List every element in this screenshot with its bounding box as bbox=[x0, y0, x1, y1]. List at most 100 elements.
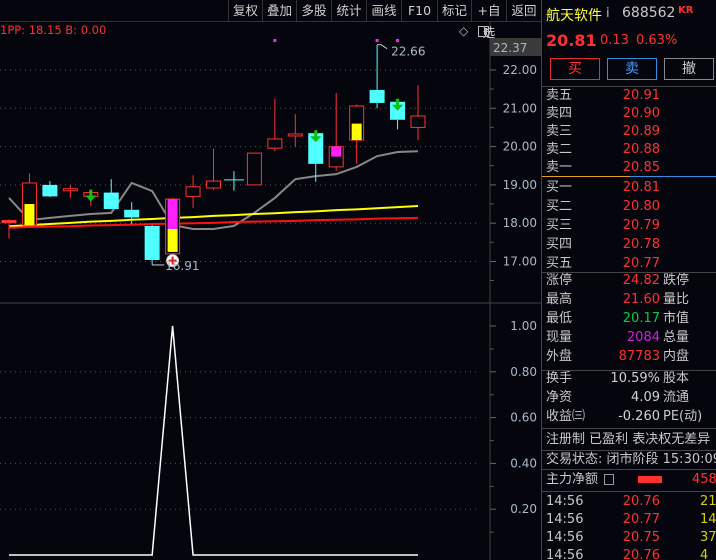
indicator-tick-label: 0.40 bbox=[510, 456, 537, 470]
candle-body bbox=[185, 186, 201, 197]
candle bbox=[223, 171, 244, 191]
candle bbox=[287, 114, 303, 147]
candle bbox=[390, 98, 406, 130]
list-icon[interactable] bbox=[604, 474, 614, 485]
kr-badge: KR bbox=[678, 5, 694, 16]
stat-row: 涨停 24.82 跌停 bbox=[546, 273, 690, 288]
quote-panel: 航天软件 i 688562 KR 20.81 0.13 0.63% 买 卖 撤 … bbox=[541, 0, 716, 560]
price-tick-label: 20.00 bbox=[503, 140, 537, 154]
price-tick-label: 18.00 bbox=[503, 216, 537, 230]
bid-row[interactable]: 买一 20.81 bbox=[542, 178, 716, 197]
f10-button[interactable]: F10 bbox=[401, 0, 437, 22]
signal-fill bbox=[331, 146, 342, 157]
back-button[interactable]: 返回 bbox=[506, 0, 541, 22]
candle bbox=[62, 184, 78, 198]
candle-body bbox=[1, 220, 17, 224]
candle bbox=[165, 197, 181, 268]
candle bbox=[349, 104, 365, 164]
stock-tags: 注册制 已盈利 表决权无差异 bbox=[546, 432, 711, 447]
candle-body bbox=[369, 89, 385, 103]
indicator-tick-label: 0.20 bbox=[510, 502, 537, 516]
candle bbox=[21, 173, 37, 228]
price-change: 0.13 bbox=[600, 33, 629, 48]
flow-bar bbox=[638, 476, 662, 483]
info-icon[interactable]: i bbox=[606, 6, 610, 21]
indicator-line bbox=[9, 325, 418, 556]
candle bbox=[328, 92, 344, 171]
indicator-tick-label: 0.60 bbox=[510, 411, 537, 425]
stat-row: 最高 21.60 量比 bbox=[546, 292, 690, 307]
down-arrow-icon bbox=[85, 189, 97, 202]
main-net-flow: 主力净额 458 bbox=[546, 472, 716, 487]
last-price: 20.81 bbox=[546, 31, 597, 50]
stat-row: 现量 2084 总量 bbox=[546, 330, 690, 345]
cancel-order-button[interactable]: 撤 bbox=[664, 58, 714, 80]
statistics-button[interactable]: 统计 bbox=[331, 0, 366, 22]
indicator-readout: 1PP: 18.15 B: 0.00 bbox=[0, 23, 107, 37]
trading-status: 交易状态: 闭市阶段 15:30:09 bbox=[546, 452, 716, 467]
candle bbox=[267, 98, 283, 152]
candle bbox=[83, 189, 99, 206]
fundamental-row: 换手 10.59% 股本 bbox=[546, 371, 690, 386]
trade-row: 14:56 20.76 4 bbox=[546, 548, 709, 560]
high-price-label: 22.66 bbox=[391, 45, 425, 59]
multi-stock-button[interactable]: 多股 bbox=[296, 0, 331, 22]
candle bbox=[246, 152, 262, 186]
signal-fill bbox=[167, 199, 178, 229]
low-price-label: 16.91 bbox=[165, 259, 199, 273]
high-pointer bbox=[377, 44, 388, 50]
indicator-tick-label: 1.00 bbox=[510, 319, 537, 333]
indicator-tick-label: 0.80 bbox=[510, 365, 537, 379]
candle-body bbox=[287, 133, 303, 137]
signal-dot bbox=[396, 39, 400, 42]
sell-button[interactable]: 卖 bbox=[607, 58, 657, 80]
price-tick-label: 19.00 bbox=[503, 178, 537, 192]
ask-row[interactable]: 卖五 20.91 bbox=[542, 86, 716, 105]
current-price-label: 22.37 bbox=[493, 41, 527, 55]
buy-button[interactable]: 买 bbox=[550, 58, 600, 80]
price-tick-label: 17.00 bbox=[503, 255, 537, 269]
candle-body bbox=[144, 225, 160, 260]
bid-row[interactable]: 买四 20.78 bbox=[542, 235, 716, 254]
candle-body bbox=[246, 152, 262, 186]
signal-fill bbox=[351, 123, 362, 141]
candle-body bbox=[103, 192, 119, 210]
signal-fill bbox=[167, 228, 178, 252]
candle bbox=[410, 85, 426, 141]
candle-body bbox=[410, 115, 426, 128]
trade-row: 14:5620.77148 bbox=[546, 512, 716, 527]
ask-row[interactable]: 卖二 20.88 bbox=[542, 140, 716, 159]
price-change-pct: 0.63% bbox=[636, 33, 678, 48]
stock-name: 航天软件 bbox=[546, 8, 602, 24]
ask-row[interactable]: 卖三 20.89 bbox=[542, 122, 716, 141]
candle-body bbox=[267, 138, 283, 149]
candle-body bbox=[42, 184, 58, 197]
kline-chart[interactable]: 22.37 22.00 21.00 20.00 19.00 18.00 17.00 22.66… bbox=[0, 0, 541, 560]
ask-row[interactable]: 卖四 20.90 bbox=[542, 104, 716, 123]
add-watchlist-button[interactable]: +自选 bbox=[471, 0, 506, 40]
diamond-icon[interactable]: ◇ bbox=[459, 24, 468, 38]
candle bbox=[144, 225, 160, 265]
candle bbox=[206, 148, 221, 190]
candle bbox=[185, 175, 201, 208]
draw-line-button[interactable]: 画线 bbox=[366, 0, 401, 22]
candle bbox=[1, 219, 17, 239]
bid-row[interactable]: 买二 20.80 bbox=[542, 197, 716, 216]
trade-row: 14:56 20.76 21 bbox=[546, 494, 716, 509]
price-tick-label: 22.00 bbox=[503, 63, 537, 77]
stat-row: 外盘 87783 内盘 bbox=[546, 349, 690, 364]
panel-toggle-icon[interactable] bbox=[478, 26, 489, 37]
candle bbox=[369, 44, 385, 109]
fundamental-row: 净资 4.09 流通 bbox=[546, 390, 690, 405]
chart-toolbar: 复权 叠加 多股 统计 画线 F10 标记 +自选 返回 bbox=[0, 0, 541, 40]
trade-row: 14:56 20.75 37 bbox=[546, 530, 716, 545]
ask-row[interactable]: 卖一 20.85 bbox=[542, 158, 716, 177]
candle bbox=[42, 181, 58, 198]
bid-row[interactable]: 买三 20.79 bbox=[542, 216, 716, 235]
mark-button[interactable]: 标记 bbox=[437, 0, 471, 22]
fuquan-button[interactable]: 复权 bbox=[228, 0, 262, 22]
price-tick-label: 21.00 bbox=[503, 101, 537, 115]
stock-code: 688562 bbox=[622, 5, 676, 21]
overlay-button[interactable]: 叠加 bbox=[262, 0, 296, 22]
candle-body bbox=[124, 209, 140, 218]
